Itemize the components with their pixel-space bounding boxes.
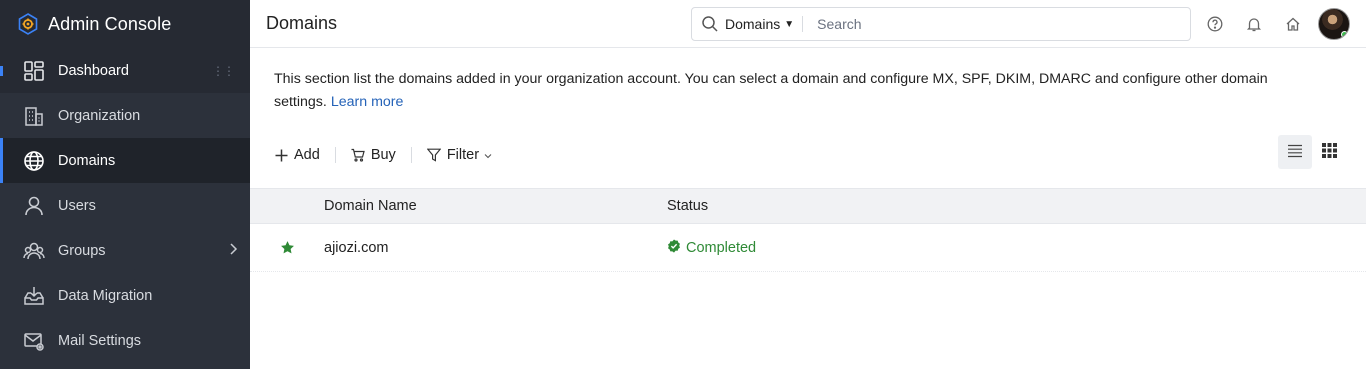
- header-actions: [1185, 8, 1350, 40]
- main-content: This section list the domains added in y…: [250, 49, 1366, 369]
- app-title: Admin Console: [48, 13, 172, 34]
- page-title: Domains: [266, 13, 338, 33]
- admin-console-logo-icon: [16, 12, 40, 36]
- verified-check-icon: [667, 238, 681, 257]
- brand[interactable]: Admin Console: [0, 0, 250, 48]
- caret-down-icon: ▼: [784, 18, 795, 30]
- chevron-down-icon: [484, 147, 492, 163]
- avatar[interactable]: [1318, 8, 1350, 40]
- sidebar-nav: Dashboard ⋮⋮ Organization Domains Users …: [0, 48, 250, 363]
- view-toggle: [1278, 135, 1346, 169]
- online-status-indicator: [1341, 31, 1348, 38]
- status-badge: Completed: [686, 239, 757, 256]
- top-header: Domains Domains ▼: [250, 0, 1366, 48]
- help-icon[interactable]: [1206, 15, 1224, 33]
- sidebar-item-organization[interactable]: Organization: [0, 93, 250, 138]
- toolbar-divider: [334, 147, 336, 163]
- plus-icon: [274, 148, 288, 162]
- sidebar-item-users[interactable]: Users: [0, 183, 250, 228]
- sidebar-item-label: Data Migration: [58, 287, 153, 304]
- sidebar-item-label: Groups: [58, 242, 106, 259]
- sidebar: Admin Console Dashboard ⋮⋮ Organization: [0, 0, 250, 369]
- search-icon: [701, 15, 719, 33]
- sidebar-item-groups[interactable]: Groups: [0, 228, 250, 273]
- filter-icon: [426, 148, 441, 162]
- section-description: This section list the domains added in y…: [274, 68, 1284, 113]
- add-button[interactable]: Add: [274, 147, 320, 163]
- mail-settings-icon: [22, 329, 46, 353]
- search-scope-select[interactable]: Domains ▼: [725, 16, 804, 32]
- group-icon: [22, 239, 46, 263]
- user-icon: [22, 194, 46, 218]
- favorite-star-icon[interactable]: [250, 240, 324, 255]
- search-scope-label: Domains: [725, 16, 781, 32]
- grid-view-button[interactable]: [1312, 135, 1346, 169]
- sidebar-item-data-migration[interactable]: Data Migration: [0, 273, 250, 318]
- description-text: This section list the domains added in y…: [274, 71, 1268, 110]
- domains-table: Domain Name Status ajiozi.com Completed: [250, 188, 1366, 272]
- sidebar-item-dashboard[interactable]: Dashboard ⋮⋮: [0, 48, 250, 93]
- dashboard-icon: [22, 59, 46, 83]
- toolbar-divider: [410, 147, 412, 163]
- chevron-right-icon[interactable]: [228, 242, 238, 259]
- inbox-download-icon: [22, 284, 46, 308]
- home-icon[interactable]: [1284, 15, 1302, 33]
- cart-icon: [351, 148, 365, 162]
- grid-view-icon: [1321, 143, 1337, 161]
- learn-more-link[interactable]: Learn more: [331, 94, 404, 110]
- bell-icon[interactable]: [1245, 15, 1263, 33]
- table-row[interactable]: ajiozi.com Completed: [250, 224, 1366, 272]
- domains-toolbar: Add Buy Filter: [274, 143, 492, 167]
- sidebar-item-label: Users: [58, 197, 96, 214]
- buy-button-label: Buy: [370, 147, 396, 163]
- sidebar-item-label: Dashboard: [58, 62, 129, 79]
- search-bar[interactable]: Domains ▼: [691, 7, 1191, 41]
- sidebar-item-label: Organization: [58, 107, 141, 124]
- domain-name-cell[interactable]: ajiozi.com: [324, 240, 667, 256]
- list-view-button[interactable]: [1278, 135, 1312, 169]
- status-cell: Completed: [667, 238, 1366, 257]
- buy-button[interactable]: Buy: [351, 147, 396, 163]
- column-header-domain-name[interactable]: Domain Name: [324, 198, 667, 214]
- add-button-label: Add: [294, 147, 320, 163]
- list-view-icon: [1287, 143, 1303, 162]
- globe-icon: [22, 149, 46, 173]
- sidebar-item-label: Mail Settings: [58, 332, 142, 349]
- building-icon: [22, 104, 46, 128]
- column-header-status[interactable]: Status: [667, 198, 1366, 214]
- sidebar-item-domains[interactable]: Domains: [0, 138, 250, 183]
- search-input[interactable]: [817, 16, 1178, 32]
- drag-handle-icon[interactable]: ⋮⋮: [212, 64, 235, 78]
- filter-button[interactable]: Filter: [426, 147, 492, 163]
- sidebar-item-label: Domains: [58, 152, 116, 169]
- sidebar-item-mail-settings[interactable]: Mail Settings: [0, 318, 250, 363]
- filter-button-label: Filter: [446, 147, 480, 163]
- table-header: Domain Name Status: [250, 188, 1366, 224]
